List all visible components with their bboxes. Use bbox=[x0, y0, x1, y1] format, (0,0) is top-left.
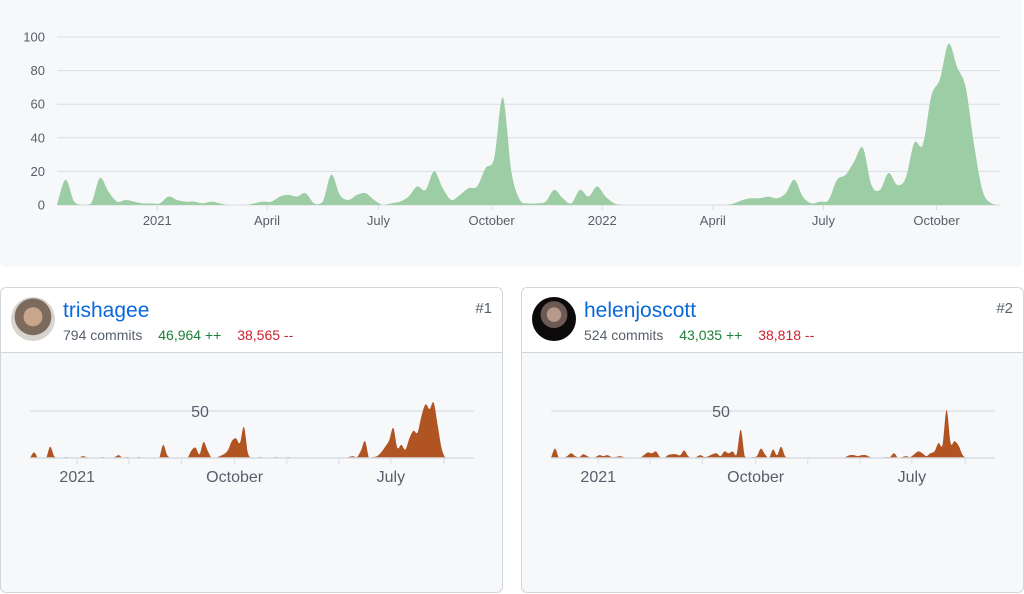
contributor-card: helenjoscott 524 commits 43,035 ++ 38,81… bbox=[521, 287, 1024, 593]
x-tick-label: July bbox=[812, 213, 836, 228]
contributor-username-link[interactable]: helenjoscott bbox=[584, 299, 696, 323]
contributor-commits-chart: 50 2021 October July bbox=[551, 404, 995, 486]
y-tick-label: 60 bbox=[31, 97, 45, 112]
x-tick-label: 2021 bbox=[59, 469, 95, 486]
commits-chart: 0 20 40 60 80 100 2021 April July October 2022 Apri… bbox=[23, 30, 1000, 228]
contributor-card: trishagee 794 commits 46,964 ++ 38,565 -… bbox=[0, 287, 503, 593]
x-tick-label: October bbox=[206, 469, 264, 486]
x-tick-label: April bbox=[254, 213, 280, 228]
x-tick-label: October bbox=[913, 213, 960, 228]
contributor-commits-chart: 50 2021 October July bbox=[30, 402, 474, 486]
commits-chart-panel: 0 20 40 60 80 100 2021 April July October 2022 Apri… bbox=[0, 0, 1022, 267]
deletions-count: 38,565 -- bbox=[237, 327, 294, 343]
contributor-header: helenjoscott 524 commits 43,035 ++ 38,81… bbox=[522, 288, 1023, 353]
x-tick-label: July bbox=[898, 469, 926, 486]
y-tick-label: 100 bbox=[23, 30, 45, 45]
avatar[interactable] bbox=[11, 297, 55, 341]
x-tick-label: July bbox=[367, 213, 391, 228]
commit-count[interactable]: 524 commits bbox=[584, 327, 663, 343]
avatar[interactable] bbox=[532, 297, 576, 341]
x-tick-label: April bbox=[700, 213, 726, 228]
contributor-commits-area bbox=[551, 410, 995, 458]
x-tick-label: October bbox=[727, 469, 785, 486]
contributor-rank: #2 bbox=[996, 300, 1013, 317]
additions-count: 43,035 ++ bbox=[679, 327, 743, 343]
x-tick-label: July bbox=[377, 469, 405, 486]
y-tick-label: 40 bbox=[31, 130, 45, 145]
deletions-count: 38,818 -- bbox=[758, 327, 815, 343]
contributor-username-link[interactable]: trishagee bbox=[63, 299, 149, 323]
contributor-stats: 794 commits 46,964 ++ 38,565 -- bbox=[63, 327, 305, 343]
x-tick-label: 2022 bbox=[588, 213, 617, 228]
commit-count[interactable]: 794 commits bbox=[63, 327, 142, 343]
y-tick-label: 0 bbox=[38, 198, 45, 213]
contributor-stats: 524 commits 43,035 ++ 38,818 -- bbox=[584, 327, 826, 343]
contributor-header: trishagee 794 commits 46,964 ++ 38,565 -… bbox=[1, 288, 502, 353]
additions-count: 46,964 ++ bbox=[158, 327, 222, 343]
reference-line-label: 50 bbox=[191, 404, 209, 421]
y-tick-label: 20 bbox=[31, 164, 45, 179]
commits-area bbox=[57, 43, 1000, 205]
contributor-rank: #1 bbox=[475, 300, 492, 317]
reference-line-label: 50 bbox=[712, 404, 730, 421]
x-tick-label: 2021 bbox=[143, 213, 172, 228]
x-tick-label: 2021 bbox=[580, 469, 616, 486]
y-tick-label: 80 bbox=[31, 63, 45, 78]
x-tick-label: October bbox=[469, 213, 516, 228]
